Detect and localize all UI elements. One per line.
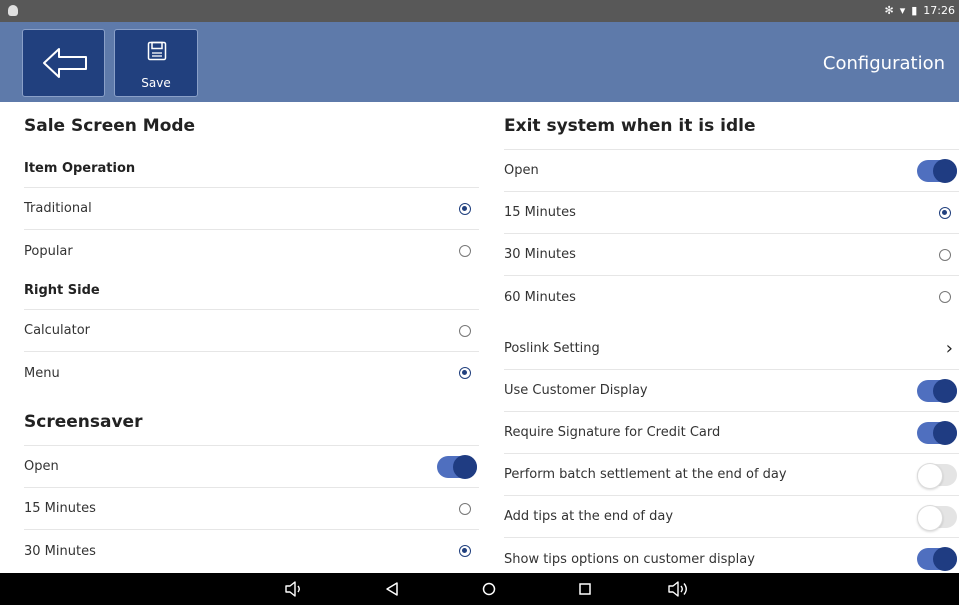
back-button[interactable]: [22, 29, 105, 97]
right-column: Exit system when it is idle Open 15 Minu…: [504, 102, 959, 580]
toggle-switch[interactable]: [917, 504, 957, 531]
toggle-switch[interactable]: [917, 462, 957, 489]
volume-up-icon: [668, 581, 687, 597]
back-arrow-icon: [43, 48, 87, 78]
poslink-setting-row[interactable]: Poslink Setting ›: [504, 318, 959, 370]
volume-down-icon: [285, 581, 300, 597]
option-label: Perform batch settlement at the end of d…: [504, 467, 787, 482]
radio-button[interactable]: [459, 324, 471, 337]
option-label: 15 Minutes: [24, 501, 96, 516]
back-nav-button[interactable]: [383, 580, 403, 598]
option-popular[interactable]: Popular: [24, 230, 479, 272]
setting-add-tips[interactable]: Add tips at the end of day: [504, 496, 959, 538]
radio-button[interactable]: [459, 545, 471, 557]
radio-button[interactable]: [459, 245, 471, 257]
idle-toggle[interactable]: [917, 158, 957, 183]
option-label: Calculator: [24, 323, 91, 338]
bluetooth-icon: ✻: [884, 4, 894, 17]
radio-button[interactable]: [459, 367, 471, 379]
save-button[interactable]: Save: [114, 29, 198, 97]
option-menu[interactable]: Menu: [24, 352, 479, 394]
screensaver-open-row[interactable]: Open: [24, 446, 479, 488]
right-side-header: Right Side: [24, 272, 479, 310]
screensaver-option-15[interactable]: 15 Minutes: [24, 488, 479, 530]
chevron-right-icon: ›: [945, 337, 953, 359]
recents-nav-button[interactable]: [575, 580, 595, 598]
radio-button[interactable]: [459, 502, 471, 515]
option-label: Traditional: [24, 201, 92, 216]
setting-batch-settlement[interactable]: Perform batch settlement at the end of d…: [504, 454, 959, 496]
option-label: Open: [24, 459, 59, 474]
android-debug-icon: [8, 5, 18, 16]
left-column: Sale Screen Mode Item Operation Traditio…: [24, 102, 479, 572]
option-label: 15 Minutes: [504, 205, 576, 220]
option-label: Poslink Setting: [504, 341, 600, 356]
idle-open-row[interactable]: Open: [504, 150, 959, 192]
toggle-switch[interactable]: [917, 378, 957, 403]
volume-down-button[interactable]: [284, 580, 304, 598]
option-label: Show tips options on customer display: [504, 551, 755, 567]
status-icons: ✻ ▾ ▮ 17:26: [884, 4, 955, 18]
item-operation-header: Item Operation: [24, 150, 479, 188]
option-label: 30 Minutes: [504, 247, 576, 262]
option-label: Require Signature for Credit Card: [504, 425, 721, 440]
option-label: Open: [504, 163, 539, 178]
option-calculator[interactable]: Calculator: [24, 310, 479, 352]
toggle-switch[interactable]: [917, 420, 957, 445]
radio-button[interactable]: [459, 202, 471, 215]
idle-option-30[interactable]: 30 Minutes: [504, 234, 959, 276]
system-nav-bar: [0, 573, 959, 605]
back-triangle-icon: [386, 582, 398, 596]
recents-square-icon: [579, 583, 591, 595]
status-bar: ✻ ▾ ▮ 17:26: [0, 0, 959, 22]
volume-up-button[interactable]: [667, 580, 687, 598]
app-header: Save Configuration: [0, 22, 959, 102]
option-label: Use Customer Display: [504, 383, 648, 398]
option-traditional[interactable]: Traditional: [24, 188, 479, 230]
screensaver-toggle[interactable]: [437, 454, 477, 479]
idle-option-60[interactable]: 60 Minutes: [504, 276, 959, 318]
option-label: Menu: [24, 365, 60, 381]
idle-option-15[interactable]: 15 Minutes: [504, 192, 959, 234]
option-label: 30 Minutes: [24, 543, 96, 559]
save-button-label: Save: [141, 76, 171, 90]
home-circle-icon: [482, 582, 496, 596]
wifi-icon: ▾: [899, 4, 906, 17]
screensaver-title: Screensaver: [24, 394, 479, 446]
floppy-disk-icon: [147, 41, 167, 61]
screensaver-option-30[interactable]: 30 Minutes: [24, 530, 479, 572]
status-time: 17:26: [923, 4, 955, 17]
home-nav-button[interactable]: [479, 580, 499, 598]
option-label: Popular: [24, 243, 73, 259]
radio-button[interactable]: [939, 291, 951, 303]
toggle-switch[interactable]: [917, 547, 957, 571]
sale-screen-mode-title: Sale Screen Mode: [24, 116, 196, 136]
option-label: Add tips at the end of day: [504, 509, 674, 524]
option-label: 60 Minutes: [504, 289, 576, 305]
idle-exit-title: Exit system when it is idle: [504, 102, 959, 150]
battery-icon: ▮: [911, 4, 918, 17]
setting-customer-display[interactable]: Use Customer Display: [504, 370, 959, 412]
page-title: Configuration: [822, 53, 945, 74]
radio-button[interactable]: [939, 248, 951, 261]
setting-require-signature[interactable]: Require Signature for Credit Card: [504, 412, 959, 454]
radio-button[interactable]: [939, 206, 951, 219]
